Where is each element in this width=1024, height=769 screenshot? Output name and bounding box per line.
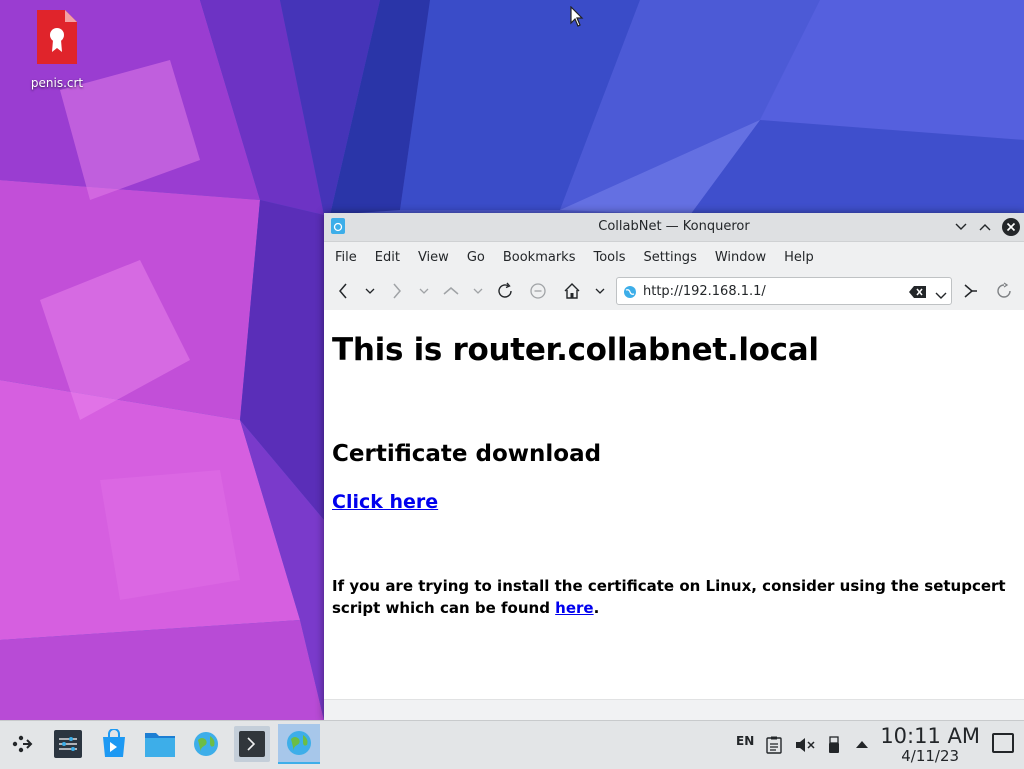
terminal-icon[interactable]: [234, 726, 270, 762]
clock-time: 10:11 AM: [880, 724, 980, 748]
window-title: CollabNet — Konqueror: [598, 219, 750, 234]
menu-view[interactable]: View: [410, 250, 457, 265]
system-settings-icon[interactable]: [50, 726, 86, 762]
mouse-cursor-icon: [570, 6, 584, 27]
window-titlebar[interactable]: CollabNet — Konqueror: [324, 213, 1024, 242]
page-heading: This is router.collabnet.local: [332, 332, 819, 368]
digital-clock[interactable]: 10:11 AM 4/11/23: [880, 725, 980, 765]
linux-setup-note: If you are trying to install the certifi…: [332, 575, 1022, 619]
note-period: .: [593, 599, 600, 617]
menu-go[interactable]: Go: [459, 250, 493, 265]
menu-edit[interactable]: Edit: [367, 250, 408, 265]
back-button[interactable]: [333, 281, 353, 301]
clear-url-icon[interactable]: [909, 284, 927, 303]
up-button[interactable]: [441, 281, 461, 301]
konqueror-taskbar-item[interactable]: [278, 724, 320, 764]
discover-store-icon[interactable]: [96, 726, 132, 762]
go-button[interactable]: [960, 281, 980, 301]
clock-date: 4/11/23: [901, 747, 960, 765]
application-launcher-icon[interactable]: [4, 726, 40, 762]
url-history-dropdown[interactable]: [935, 285, 947, 304]
back-history-dropdown[interactable]: [360, 281, 380, 301]
taskbar: EN 10:11 AM 4/11/23: [0, 720, 1024, 769]
file-manager-icon[interactable]: [142, 726, 178, 762]
site-globe-icon: [623, 284, 637, 303]
menu-file[interactable]: File: [327, 250, 365, 265]
menu-settings[interactable]: Settings: [636, 250, 705, 265]
note-text: If you are trying to install the certifi…: [332, 577, 1006, 617]
certificate-file-icon: [35, 8, 79, 66]
forward-history-dropdown[interactable]: [414, 281, 434, 301]
minimize-button[interactable]: [952, 218, 970, 236]
web-browser-icon[interactable]: [188, 726, 224, 762]
forward-button[interactable]: [387, 281, 407, 301]
clipboard-icon[interactable]: [766, 736, 782, 757]
url-bar[interactable]: http://192.168.1.1/: [616, 277, 952, 305]
keyboard-layout-indicator[interactable]: EN: [736, 734, 754, 748]
up-dropdown[interactable]: [468, 281, 488, 301]
reload-icon[interactable]: [495, 281, 515, 301]
setupcert-script-link[interactable]: here: [555, 599, 593, 617]
volume-muted-icon[interactable]: [795, 736, 815, 757]
desktop-file-label: penis.crt: [30, 76, 84, 90]
activity-spinner-icon: [994, 281, 1014, 301]
home-dropdown[interactable]: [590, 281, 610, 301]
menu-tools[interactable]: Tools: [585, 250, 633, 265]
certificate-download-link[interactable]: Click here: [332, 491, 438, 513]
expand-tray-icon[interactable]: [855, 738, 869, 752]
menu-help[interactable]: Help: [776, 250, 822, 265]
url-text[interactable]: http://192.168.1.1/: [643, 284, 766, 299]
desktop-file-penis-crt[interactable]: penis.crt: [24, 8, 90, 90]
navigation-toolbar: http://192.168.1.1/: [324, 272, 1024, 311]
status-bar: [324, 699, 1024, 720]
konqueror-window: CollabNet — Konqueror File Edit View Go …: [324, 213, 1024, 720]
usb-device-icon[interactable]: [828, 736, 840, 757]
close-button[interactable]: [1002, 218, 1020, 236]
menubar: File Edit View Go Bookmarks Tools Settin…: [324, 242, 1024, 272]
menu-bookmarks[interactable]: Bookmarks: [495, 250, 584, 265]
menu-window[interactable]: Window: [707, 250, 774, 265]
home-icon[interactable]: [562, 281, 582, 301]
show-desktop-button[interactable]: [992, 733, 1014, 753]
maximize-button[interactable]: [976, 218, 994, 236]
web-page-content: This is router.collabnet.local Certifica…: [324, 310, 1024, 700]
stop-icon[interactable]: [528, 281, 548, 301]
certificate-heading: Certificate download: [332, 441, 602, 467]
